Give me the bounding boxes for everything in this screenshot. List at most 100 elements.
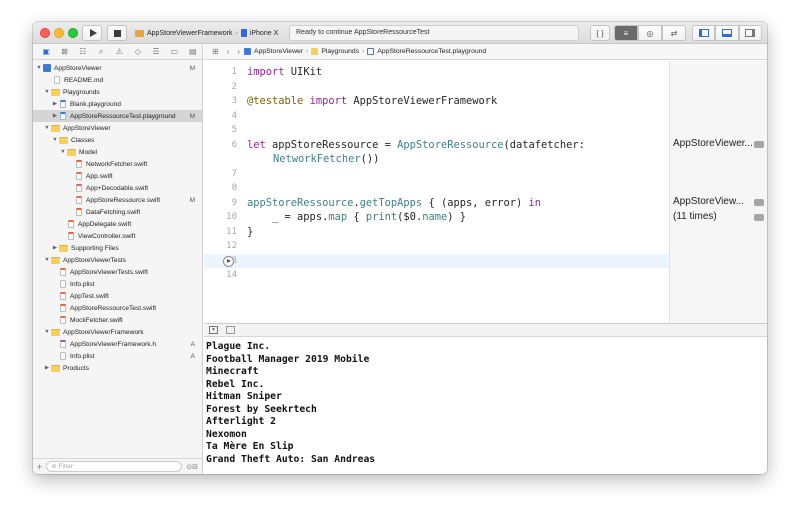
zoom-window-button[interactable] (68, 28, 78, 38)
project-navigator-tab[interactable]: ▣ (37, 45, 55, 59)
tree-row[interactable]: AppDelegate.swift (33, 218, 202, 230)
back-arrow-icon[interactable]: ‹ (227, 47, 230, 56)
source-editor[interactable]: 1 import UIKit 2 3 @testable import AppSto… (204, 61, 669, 323)
code-line[interactable]: 5 (204, 123, 669, 137)
symbol-navigator-tab[interactable]: ☷ (74, 45, 92, 59)
code-line[interactable]: 9 appStoreRessource.getTopApps { (apps, e… (204, 196, 669, 210)
recent-files-icon[interactable]: ⊙⊟ (186, 463, 198, 471)
assistant-editor-button[interactable]: ◎ (638, 25, 662, 41)
tree-row[interactable]: ▼ AppStoreViewer M (33, 62, 202, 74)
toggle-inspector-button[interactable] (738, 25, 762, 41)
code-line[interactable]: 2 (204, 80, 669, 94)
forward-arrow-icon[interactable]: › (237, 47, 240, 56)
run-button[interactable] (82, 25, 102, 41)
tree-item-label: AppStoreViewerFramework.h (70, 340, 156, 348)
disclosure-closed-icon[interactable]: ▶ (51, 245, 59, 251)
scheme-selector[interactable]: AppStoreViewerFramework › iPhone X (135, 25, 278, 41)
disclosure-closed-icon[interactable]: ▶ (51, 113, 59, 119)
code-line[interactable]: 14 (204, 268, 669, 282)
stop-button[interactable] (107, 25, 127, 41)
source-control-tab[interactable]: ⊠ (55, 45, 73, 59)
tree-row[interactable]: ▶ Blank.playground (33, 98, 202, 110)
standard-editor-button[interactable]: ≡ (614, 25, 638, 41)
result-value[interactable]: AppStoreView... (673, 196, 744, 207)
code-line-current[interactable]: 13 (204, 253, 669, 268)
tree-row[interactable]: AppTest.swift (33, 290, 202, 302)
disclosure-open-icon[interactable]: ▼ (43, 329, 51, 335)
tree-row[interactable]: ▼ Playgrounds (33, 86, 202, 98)
search-icon[interactable]: ⌕ (92, 45, 110, 59)
breadcrumb-file[interactable]: AppStoreRessourceTest.playground (377, 48, 486, 55)
minimize-window-button[interactable] (54, 28, 64, 38)
breakpoint-icon[interactable]: ▭ (165, 45, 183, 59)
tree-row[interactable]: ▶ Supporting Files (33, 242, 202, 254)
report-navigator-tab[interactable]: ▤ (184, 45, 202, 59)
toggle-navigator-button[interactable] (692, 25, 716, 41)
console-toggle-icon[interactable] (226, 326, 235, 334)
tree-row[interactable]: AppStoreViewerTests.swift (33, 266, 202, 278)
tree-row[interactable]: MockFetcher.swift (33, 314, 202, 326)
tree-row[interactable]: DataFetching.swift (33, 206, 202, 218)
playground-icon (60, 112, 66, 120)
tree-row[interactable]: ▼ AppStoreViewerTests (33, 254, 202, 266)
code-line[interactable]: 6 let appStoreRessource = AppStoreRessour… (204, 138, 669, 152)
disclosure-closed-icon[interactable]: ▶ (43, 365, 51, 371)
tree-row[interactable]: ▼ Model (33, 146, 202, 158)
editor-mode-control: ≡ ◎ ⇄ (614, 25, 686, 41)
tree-row[interactable]: Info.plist (33, 278, 202, 290)
filter-input[interactable]: ⊜ Filter (46, 461, 183, 472)
tree-row[interactable]: App+Decodable.swift (33, 182, 202, 194)
toggle-debug-button[interactable] (715, 25, 739, 41)
test-diamond-icon[interactable]: ◇ (129, 45, 147, 59)
version-editor-button[interactable]: ⇄ (662, 25, 686, 41)
quick-look-icon[interactable] (754, 213, 764, 221)
disclosure-open-icon[interactable]: ▼ (43, 89, 51, 95)
tree-row[interactable]: Info.plist A (33, 350, 202, 362)
disclosure-open-icon[interactable]: ▼ (35, 65, 43, 71)
scheme-device[interactable]: iPhone X (250, 30, 278, 37)
run-to-line-button[interactable] (223, 255, 234, 267)
tree-row[interactable]: ▼ AppStoreViewer (33, 122, 202, 134)
add-icon[interactable]: + (37, 462, 42, 472)
tree-row[interactable]: NetworkFetcher.swift (33, 158, 202, 170)
tree-row[interactable]: ViewController.swift (33, 230, 202, 242)
code-line[interactable]: 4 (204, 109, 669, 123)
plist-file-icon (60, 352, 66, 360)
tree-row[interactable]: ▼ Classes (33, 134, 202, 146)
code-line[interactable]: 1 import UIKit (204, 65, 669, 79)
debug-console[interactable]: Plague Inc. Football Manager 2019 Mobile… (204, 337, 767, 474)
result-count[interactable]: (11 times) (673, 211, 717, 222)
result-value[interactable]: AppStoreViewer... (673, 138, 753, 149)
disclosure-open-icon[interactable]: ▼ (43, 125, 51, 131)
tree-row[interactable]: AppStoreViewerFramework.h A (33, 338, 202, 350)
code-line[interactable]: 12 (204, 239, 669, 253)
disclosure-open-icon[interactable]: ▼ (43, 257, 51, 263)
quick-look-icon[interactable] (754, 141, 764, 148)
issue-warning-icon[interactable]: ⚠ (110, 45, 128, 59)
tree-row[interactable]: App.swift (33, 170, 202, 182)
debug-navigator-tab[interactable]: ☰ (147, 45, 165, 59)
tree-row-selected[interactable]: ▶ AppStoreRessourceTest.playground M (33, 110, 202, 122)
breadcrumb-folder[interactable]: Playgrounds (321, 48, 359, 55)
related-items-icon[interactable]: ⊞ (212, 47, 219, 56)
disclosure-closed-icon[interactable]: ▶ (51, 101, 59, 107)
tree-row[interactable]: AppStoreRessourceTest.swift (33, 302, 202, 314)
close-window-button[interactable] (40, 28, 50, 38)
disclosure-open-icon[interactable]: ▼ (51, 137, 59, 143)
breadcrumb-project[interactable]: AppStoreViewer (254, 48, 303, 55)
tree-row[interactable]: ▶ Products (33, 362, 202, 374)
code-line[interactable]: 3 @testable import AppStoreViewerFramewor… (204, 94, 669, 108)
disclosure-open-icon[interactable]: ▼ (59, 149, 67, 155)
tree-row[interactable]: README.md (33, 74, 202, 86)
scheme-target[interactable]: AppStoreViewerFramework (147, 30, 232, 37)
tree-row[interactable]: ▼ AppStoreViewerFramework (33, 326, 202, 338)
code-line[interactable]: 8 (204, 181, 669, 195)
code-line[interactable]: 10 _ = apps.map { print($0.name) } (204, 210, 669, 224)
code-line-continuation[interactable]: NetworkFetcher()) (204, 152, 669, 166)
library-button[interactable]: { } (590, 25, 610, 41)
quick-look-icon[interactable] (754, 199, 764, 206)
hide-debug-area-icon[interactable]: ▼ (209, 326, 218, 334)
code-line[interactable]: 7 (204, 167, 669, 181)
code-line[interactable]: 11} (204, 225, 669, 239)
tree-row[interactable]: AppStoreRessource.swift M (33, 194, 202, 206)
